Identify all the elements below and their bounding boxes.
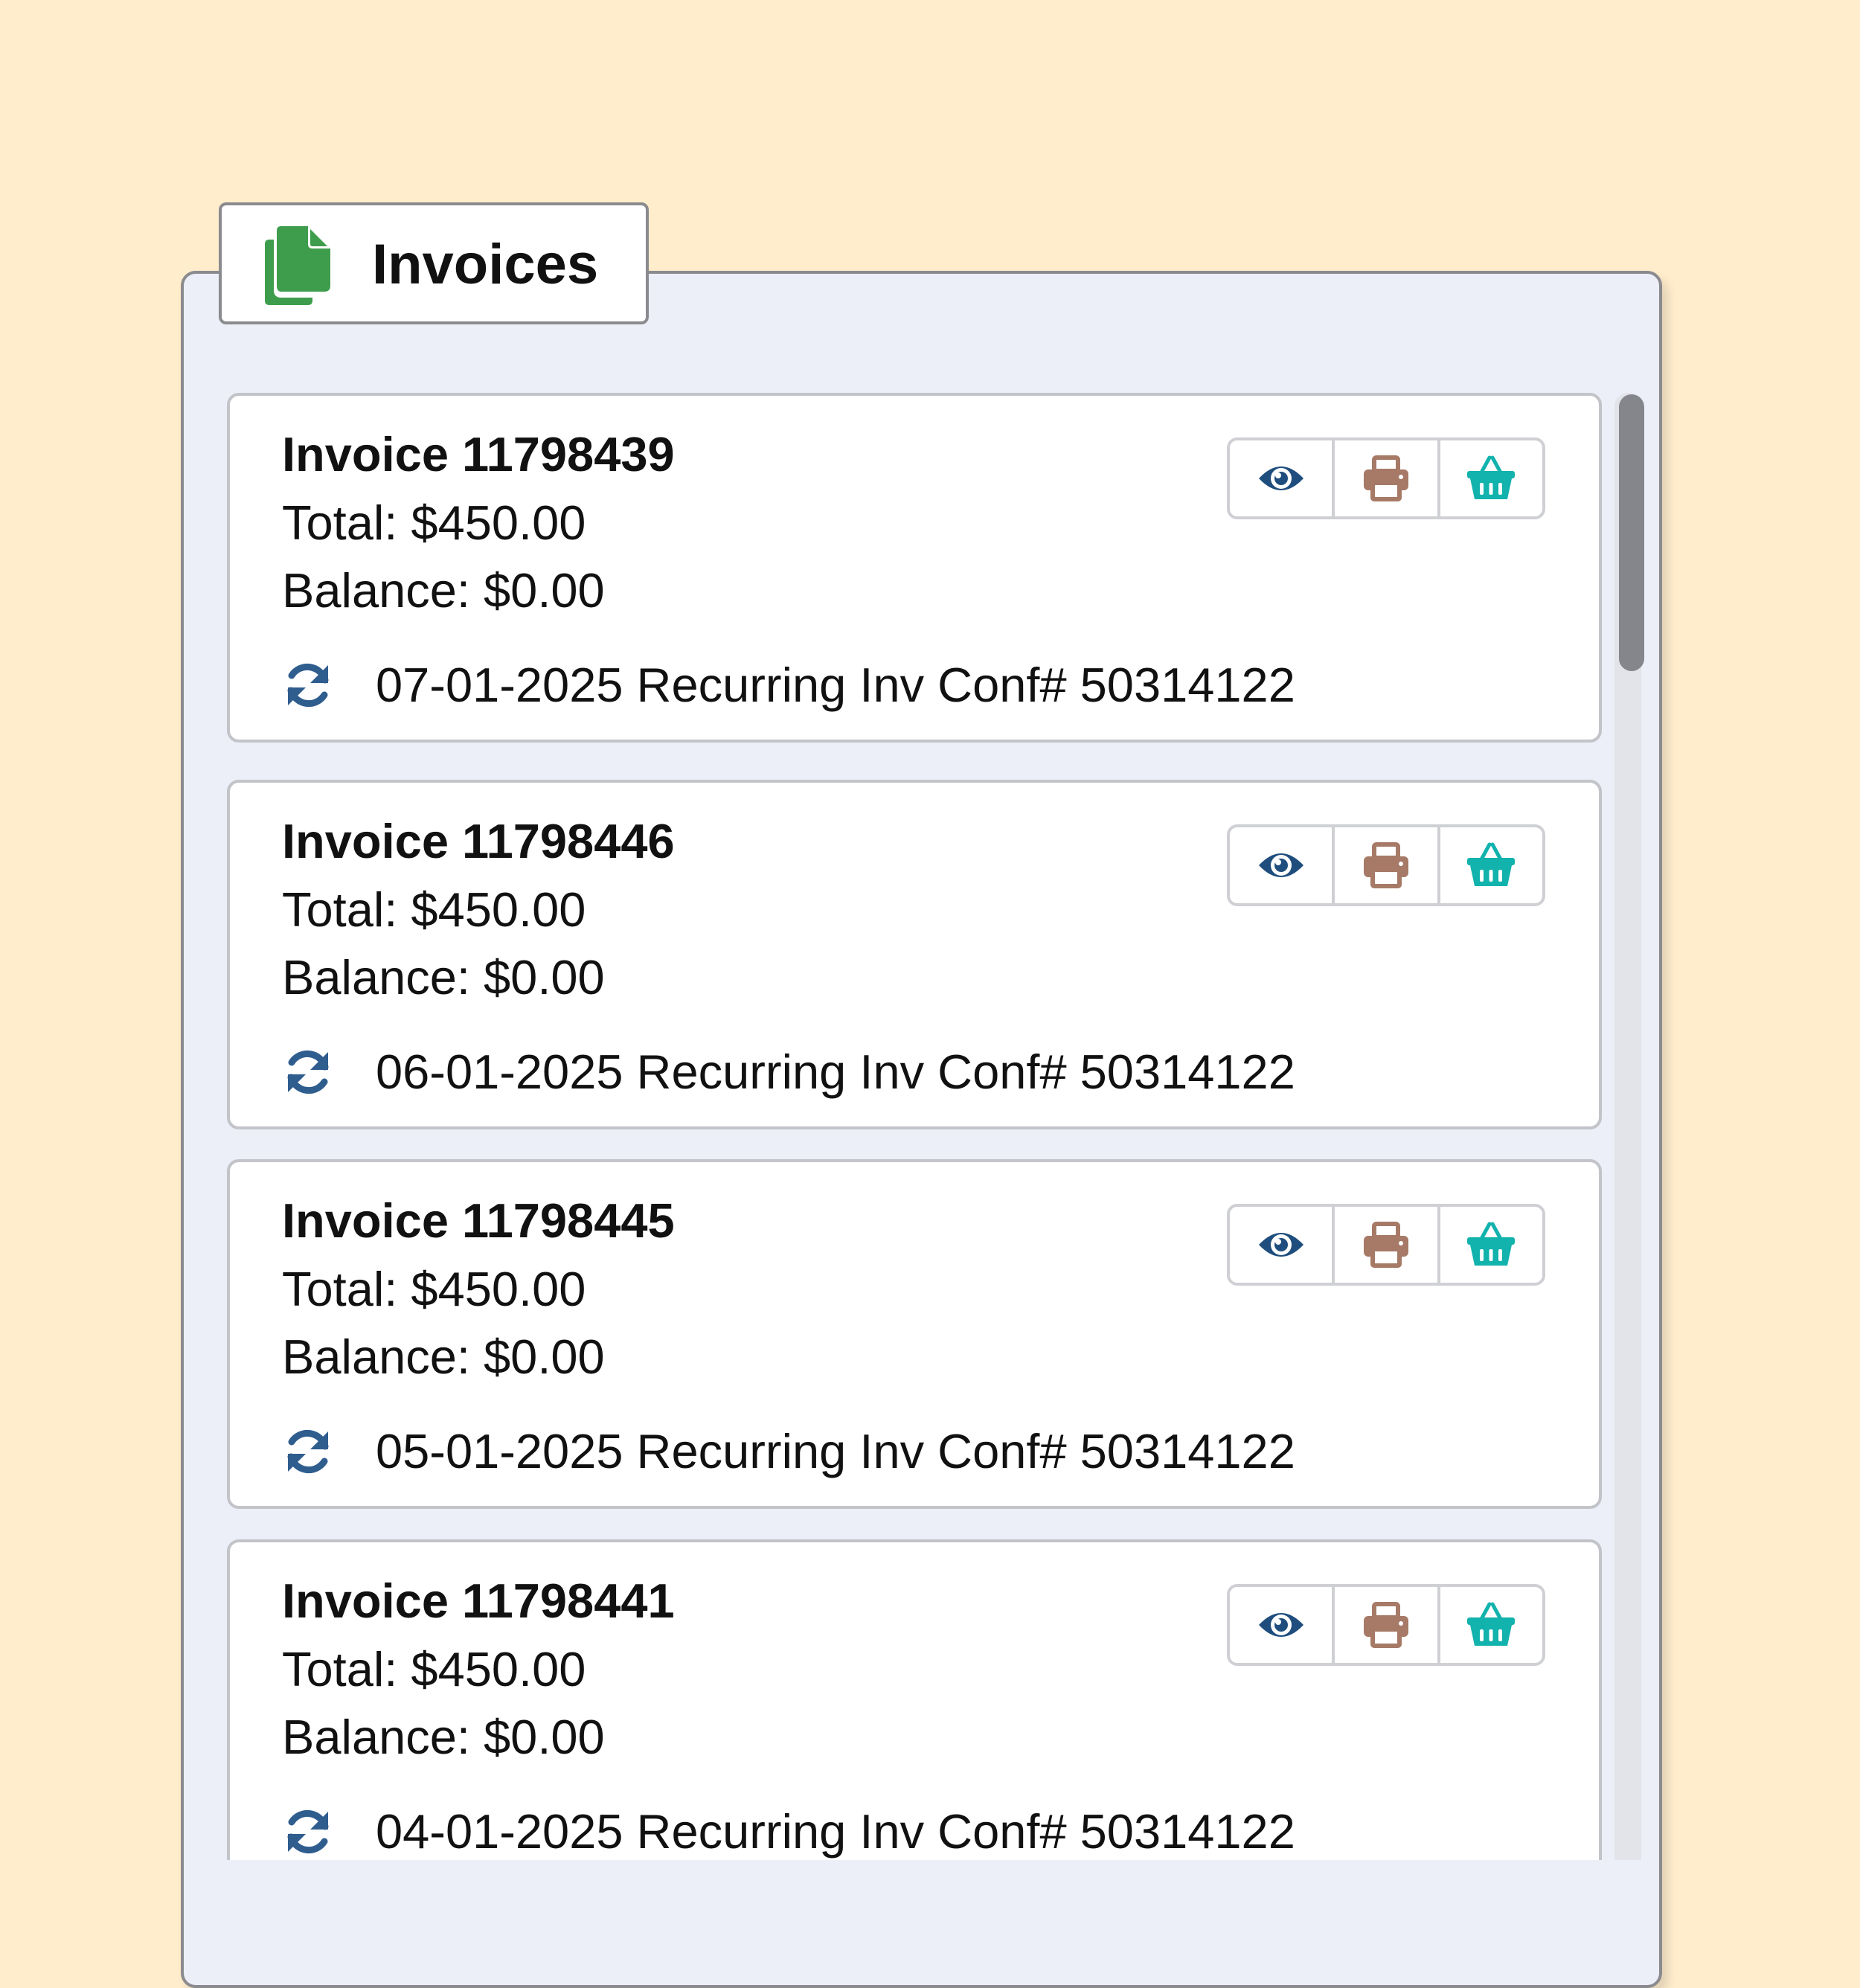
invoice-actions bbox=[1227, 1204, 1545, 1286]
page-title: Invoices bbox=[372, 233, 599, 296]
refresh-icon bbox=[287, 1429, 329, 1474]
invoice-actions bbox=[1227, 824, 1545, 906]
eye-icon bbox=[1258, 1233, 1303, 1257]
invoice-title: Invoice 11798446 bbox=[282, 814, 675, 868]
recurring-info: 07-01-2025 Recurring Inv Conf# 50314122 bbox=[376, 658, 1295, 712]
print-button[interactable] bbox=[1335, 440, 1440, 516]
view-button[interactable] bbox=[1230, 827, 1335, 903]
view-button[interactable] bbox=[1230, 1207, 1335, 1283]
invoice-balance: Balance: $0.00 bbox=[282, 1330, 605, 1384]
print-button[interactable] bbox=[1335, 1207, 1440, 1283]
basket-icon bbox=[1467, 1602, 1516, 1646]
invoice-card: Invoice 11798441 Total: $450.00 Balance:… bbox=[227, 1539, 1602, 1860]
refresh-icon bbox=[287, 1809, 329, 1854]
view-button[interactable] bbox=[1230, 440, 1335, 516]
invoice-title: Invoice 11798441 bbox=[282, 1574, 675, 1628]
scrollbar-thumb[interactable] bbox=[1619, 394, 1644, 671]
add-to-cart-button[interactable] bbox=[1440, 1207, 1542, 1283]
add-to-cart-button[interactable] bbox=[1440, 827, 1542, 903]
invoice-total: Total: $450.00 bbox=[282, 882, 586, 937]
printer-icon bbox=[1363, 1222, 1408, 1268]
printer-icon bbox=[1363, 455, 1408, 501]
print-button[interactable] bbox=[1335, 1587, 1440, 1663]
invoice-balance: Balance: $0.00 bbox=[282, 563, 605, 618]
recurring-info: 04-01-2025 Recurring Inv Conf# 50314122 bbox=[376, 1804, 1295, 1859]
basket-icon bbox=[1467, 455, 1516, 499]
basket-icon bbox=[1467, 842, 1516, 886]
add-to-cart-button[interactable] bbox=[1440, 440, 1542, 516]
eye-icon bbox=[1258, 853, 1303, 877]
invoice-balance: Balance: $0.00 bbox=[282, 1710, 605, 1764]
eye-icon bbox=[1258, 466, 1303, 490]
invoice-total: Total: $450.00 bbox=[282, 1262, 586, 1316]
view-button[interactable] bbox=[1230, 1587, 1335, 1663]
recurring-info: 05-01-2025 Recurring Inv Conf# 50314122 bbox=[376, 1424, 1295, 1478]
refresh-icon bbox=[287, 1050, 329, 1094]
basket-icon bbox=[1467, 1222, 1516, 1266]
printer-icon bbox=[1363, 842, 1408, 888]
eye-icon bbox=[1258, 1613, 1303, 1637]
invoice-total: Total: $450.00 bbox=[282, 1642, 586, 1696]
print-button[interactable] bbox=[1335, 827, 1440, 903]
invoice-card: Invoice 11798445 Total: $450.00 Balance:… bbox=[227, 1159, 1602, 1509]
invoice-actions bbox=[1227, 437, 1545, 519]
recurring-info: 06-01-2025 Recurring Inv Conf# 50314122 bbox=[376, 1045, 1295, 1099]
add-to-cart-button[interactable] bbox=[1440, 1587, 1542, 1663]
invoices-tab[interactable]: Invoices bbox=[219, 202, 649, 324]
invoice-title: Invoice 11798445 bbox=[282, 1193, 675, 1248]
invoice-actions bbox=[1227, 1584, 1545, 1666]
printer-icon bbox=[1363, 1602, 1408, 1648]
invoice-card: Invoice 11798439 Total: $450.00 Balance:… bbox=[227, 393, 1602, 743]
invoice-card: Invoice 11798446 Total: $450.00 Balance:… bbox=[227, 780, 1602, 1129]
documents-icon bbox=[265, 226, 330, 305]
invoice-balance: Balance: $0.00 bbox=[282, 950, 605, 1004]
invoice-title: Invoice 11798439 bbox=[282, 427, 675, 481]
refresh-icon bbox=[287, 663, 329, 708]
invoice-total: Total: $450.00 bbox=[282, 496, 586, 550]
